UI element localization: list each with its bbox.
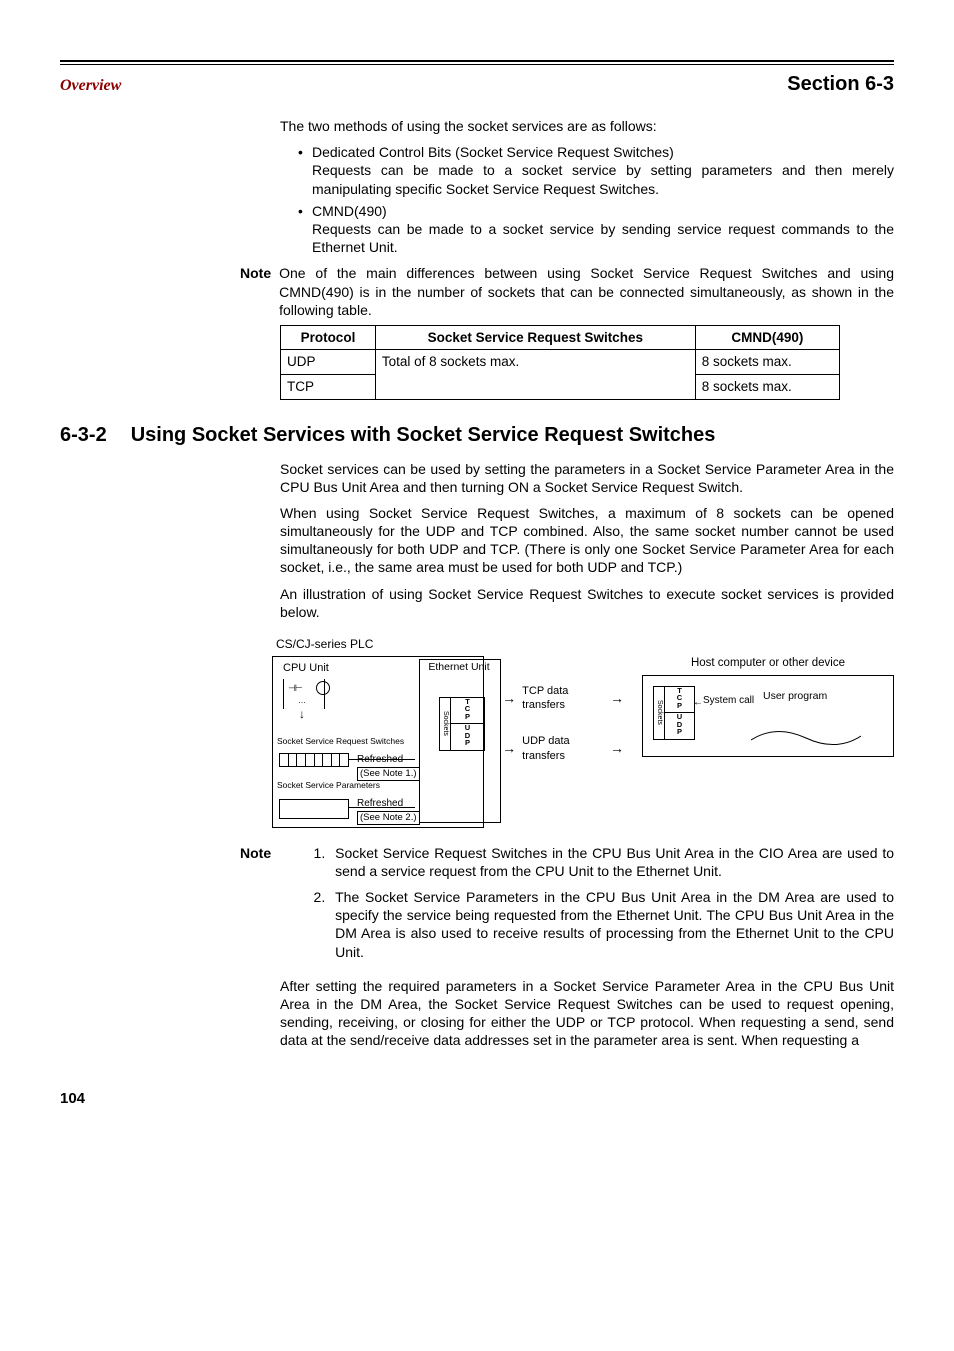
intro-block: The two methods of using the socket serv…: [280, 117, 894, 256]
tcp-cell: TCP: [451, 698, 484, 725]
ssrs-text: Socket Service Request Switches: [277, 736, 404, 746]
header-right: Section 6-3: [787, 71, 894, 97]
bullet-1: Dedicated Control Bits (Socket Service R…: [298, 143, 894, 198]
note-1-label: Note: [240, 264, 271, 319]
sockets-side-label: Sockets: [440, 698, 451, 750]
arrow-right-icon: [610, 689, 624, 707]
cpu-label: CPU Unit: [283, 661, 329, 675]
arrow-right-icon: [502, 739, 516, 757]
section-heading: 6-3-2 Using Socket Services with Socket …: [60, 422, 894, 448]
arrow-right-icon: [502, 689, 516, 707]
section-body: Socket services can be used by setting t…: [280, 460, 894, 622]
note-1-text: One of the main differences between usin…: [279, 264, 894, 319]
socket-column-host: Sockets TCP UDP: [653, 686, 695, 740]
host-column: Host computer or other device Sockets TC…: [642, 656, 894, 757]
bullet-1-sub: Requests can be made to a socket service…: [312, 161, 894, 197]
bullet-1-title: Dedicated Control Bits (Socket Service R…: [312, 144, 674, 160]
para-2: When using Socket Service Request Switch…: [280, 504, 894, 577]
header-rule-thin: [60, 64, 894, 65]
user-program-label: User program: [763, 690, 827, 704]
host-label: Host computer or other device: [642, 656, 894, 671]
socket-column-plc: Sockets TCP UDP: [439, 697, 485, 751]
plc-box: CPU Unit Ethernet Unit ⊣⊢ … ↓ Socket Ser…: [272, 656, 484, 828]
th-protocol: Protocol: [281, 325, 376, 350]
note-2-label: Note: [240, 844, 271, 969]
wave-icon: [751, 728, 861, 746]
udp-transfer: UDP data transfers: [502, 734, 624, 763]
td-udp: UDP: [281, 350, 376, 375]
td-tcp: TCP: [281, 374, 376, 399]
refreshed-2: Refreshed: [357, 797, 403, 810]
diagram-row: CPU Unit Ethernet Unit ⊣⊢ … ↓ Socket Ser…: [272, 656, 894, 828]
numbered-notes: Note Socket Service Request Switches in …: [240, 844, 894, 969]
switch-strip-icon: [279, 753, 349, 767]
conn-line-1: [349, 759, 415, 760]
para-1: Socket services can be used by setting t…: [280, 460, 894, 496]
page-header: Overview Section 6-3: [60, 71, 894, 97]
para-3: An illustration of using Socket Service …: [280, 585, 894, 621]
tcp-tx-label: TCP data transfers: [522, 684, 604, 713]
list-item: Socket Service Request Switches in the C…: [329, 844, 894, 880]
bullet-2: CMND(490) Requests can be made to a sock…: [298, 202, 894, 257]
tcp-transfer: TCP data transfers: [502, 684, 624, 713]
header-rule-thick: [60, 60, 894, 62]
see-note-2: (See Note 2.): [357, 811, 420, 825]
bullet-2-title: CMND(490): [312, 203, 387, 219]
th-ssrs: Socket Service Request Switches: [375, 325, 695, 350]
bullet-2-sub: Requests can be made to a socket service…: [312, 220, 894, 256]
ladder-contact-icon: ⊣⊢: [288, 683, 302, 695]
plc-label: CS/CJ-series PLC: [276, 637, 894, 653]
arrow-down-icon: ↓: [299, 707, 305, 723]
td-ssrs-span: Total of 8 sockets max.: [375, 350, 695, 399]
section-title: Using Socket Services with Socket Servic…: [131, 422, 716, 448]
ssrs-label: Socket Service Request Switches: [277, 737, 404, 746]
note-1: Note One of the main differences between…: [240, 264, 894, 319]
udp-tx-label: UDP data transfers: [522, 734, 604, 763]
conn-line-2: [349, 807, 415, 808]
table-header-row: Protocol Socket Service Request Switches…: [281, 325, 840, 350]
intro-text: The two methods of using the socket serv…: [280, 117, 894, 135]
td-tcp-cmnd: 8 sockets max.: [695, 374, 839, 399]
ssp-label: Socket Service Parameters: [277, 781, 380, 790]
ladder-coil-icon: [316, 681, 330, 695]
protocol-table: Protocol Socket Service Request Switches…: [280, 325, 840, 400]
ssp-text: Socket Service Parameters: [277, 780, 380, 790]
arrow-right-icon: [610, 739, 624, 757]
list-item: The Socket Service Parameters in the CPU…: [329, 888, 894, 961]
section-number: 6-3-2: [60, 422, 107, 448]
numbered-list: Socket Service Request Switches in the C…: [281, 844, 894, 969]
diagram: CS/CJ-series PLC CPU Unit Ethernet Unit …: [272, 637, 894, 828]
socket-cells-2: TCP UDP: [665, 687, 694, 739]
sockets-side-label-2: Sockets: [654, 687, 665, 739]
td-udp-cmnd: 8 sockets max.: [695, 350, 839, 375]
page-number: 104: [60, 1089, 894, 1109]
th-cmnd: CMND(490): [695, 325, 839, 350]
system-call-label: System call: [703, 696, 754, 706]
mid-column: TCP data transfers UDP data transfers: [502, 656, 624, 763]
after-paragraph: After setting the required parameters in…: [280, 977, 894, 1050]
host-box: Sockets TCP UDP System call User program: [642, 675, 894, 757]
tcp-cell-2: TCP: [665, 687, 694, 714]
table-row: UDP Total of 8 sockets max. 8 sockets ma…: [281, 350, 840, 375]
udp-cell-2: UDP: [665, 713, 694, 739]
udp-cell: UDP: [451, 724, 484, 750]
header-left: Overview: [60, 76, 121, 97]
syscall-text: System call: [703, 695, 754, 706]
ladder-dots: …: [298, 696, 306, 706]
param-box-icon: [279, 799, 349, 819]
bullet-list: Dedicated Control Bits (Socket Service R…: [298, 143, 894, 256]
ladder-icon: ⊣⊢ …: [283, 679, 325, 709]
socket-cells: TCP UDP: [451, 698, 484, 750]
ethernet-label: Ethernet Unit: [421, 661, 497, 675]
